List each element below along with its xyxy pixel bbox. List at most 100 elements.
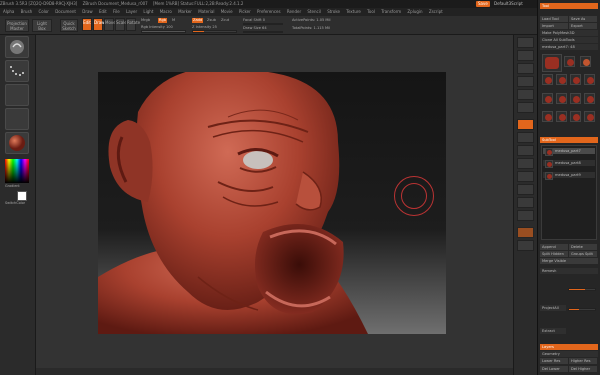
menu-item[interactable]: Movie: [221, 9, 233, 14]
tool-thumb[interactable]: [542, 93, 553, 104]
split-hidden-button[interactable]: Split Hidden: [540, 251, 568, 257]
actual-button[interactable]: [517, 89, 534, 100]
menu-item[interactable]: Zplugin: [407, 9, 422, 14]
quick-save-button[interactable]: Save: [476, 1, 490, 7]
menu-item[interactable]: Macro: [160, 9, 172, 14]
export-button[interactable]: Export: [569, 23, 597, 29]
menu-item[interactable]: File: [113, 9, 120, 14]
bottom-scrollbar[interactable]: [36, 368, 513, 375]
menu-item[interactable]: Color: [38, 9, 48, 14]
layers-header[interactable]: Layers: [540, 344, 598, 350]
persp-button[interactable]: [517, 119, 534, 130]
brush-selector[interactable]: [5, 36, 29, 58]
zadd-toggle[interactable]: Zadd: [192, 18, 204, 23]
tool-thumb[interactable]: [556, 74, 567, 85]
polyf-button[interactable]: [517, 227, 534, 238]
rotate-button[interactable]: Rotate: [126, 18, 140, 31]
draw-size-slider[interactable]: [243, 31, 283, 33]
menu-item[interactable]: Texture: [346, 9, 361, 14]
spix-button[interactable]: [517, 50, 534, 61]
zoom-button[interactable]: [517, 76, 534, 87]
tool-thumb[interactable]: [556, 93, 567, 104]
color-picker[interactable]: [5, 159, 29, 183]
append-button[interactable]: Append: [540, 244, 568, 250]
switch-color-label[interactable]: SwitchColor: [5, 201, 25, 206]
menu-item[interactable]: Draw: [82, 9, 92, 14]
rgb-intensity-slider[interactable]: [141, 30, 186, 33]
menu-item[interactable]: Alpha: [3, 9, 14, 14]
clone-all-subtools-button[interactable]: Clone All SubTools: [540, 37, 598, 43]
alpha-selector[interactable]: [5, 84, 29, 106]
tool-palette-header[interactable]: Tool: [540, 3, 598, 9]
menu-item[interactable]: Stroke: [327, 9, 340, 14]
xyz-button[interactable]: [517, 171, 534, 182]
rgb-toggle[interactable]: Rgb: [158, 18, 168, 23]
tool-thumb[interactable]: [584, 93, 595, 104]
move-button[interactable]: Move: [104, 18, 116, 31]
bpr-button[interactable]: [517, 37, 534, 48]
draw-button[interactable]: Draw: [93, 18, 104, 31]
lower-res-button[interactable]: Lower Res: [540, 358, 568, 364]
menu-item[interactable]: Marker: [178, 9, 192, 14]
menu-item[interactable]: Render: [287, 9, 301, 14]
lightbox-button[interactable]: Light Box: [32, 19, 52, 32]
clone-button[interactable]: Make PolyMesh3D: [540, 30, 598, 36]
menu-item[interactable]: Material: [198, 9, 214, 14]
tool-thumb[interactable]: [564, 56, 575, 67]
current-tool-name[interactable]: medusa_part7: 48: [540, 44, 598, 50]
del-lower-button[interactable]: Del Lower: [540, 366, 568, 372]
tool-thumb[interactable]: [542, 111, 553, 122]
m-toggle[interactable]: M: [172, 18, 175, 23]
texture-selector[interactable]: [5, 108, 29, 130]
aahalf-button[interactable]: [517, 102, 534, 113]
frame-button[interactable]: [517, 184, 534, 195]
menu-item[interactable]: Tool: [367, 9, 375, 14]
local-button[interactable]: [517, 145, 534, 156]
zcut-toggle[interactable]: Zcut: [221, 18, 229, 23]
secondary-color-swatch[interactable]: [17, 191, 27, 201]
menu-item[interactable]: Zscript: [429, 9, 443, 14]
menu-item[interactable]: Stencil: [307, 9, 321, 14]
extract-button[interactable]: Extract: [540, 328, 566, 334]
menu-item[interactable]: Preferences: [257, 9, 281, 14]
tool-thumb[interactable]: [556, 111, 567, 122]
geometry-header[interactable]: Geometry: [540, 351, 598, 357]
default-script-label[interactable]: Default3Script: [492, 1, 525, 7]
menu-item[interactable]: Edit: [99, 9, 107, 14]
menu-item[interactable]: Light: [143, 9, 153, 14]
scale-view-button[interactable]: [517, 210, 534, 221]
menu-item[interactable]: Brush: [21, 9, 33, 14]
menu-item[interactable]: Picker: [239, 9, 251, 14]
tool-thumb[interactable]: [542, 74, 553, 85]
stroke-selector[interactable]: [5, 60, 29, 82]
lsym-button[interactable]: [517, 158, 534, 169]
project-all-button[interactable]: ProjectAll: [540, 305, 566, 311]
groups-split-button[interactable]: Groups Split: [569, 251, 597, 257]
tool-thumb[interactable]: [570, 74, 581, 85]
del-higher-button[interactable]: Del Higher: [569, 366, 597, 372]
menu-item[interactable]: Transform: [381, 9, 401, 14]
quick-sketch-button[interactable]: Quick Sketch: [60, 19, 78, 32]
projection-master-button[interactable]: Projection Master: [5, 19, 29, 32]
mrgb-toggle[interactable]: Mrgb: [141, 18, 150, 23]
z-intensity-slider[interactable]: [192, 30, 237, 33]
scale-button[interactable]: Scale: [115, 18, 127, 31]
tool-thumb[interactable]: [570, 111, 581, 122]
tool-thumb[interactable]: [584, 111, 595, 122]
document-viewport[interactable]: [98, 72, 446, 334]
tool-thumb[interactable]: [570, 93, 581, 104]
material-selector[interactable]: [5, 132, 29, 154]
remesh-resolution-slider[interactable]: [568, 288, 596, 291]
focal-shift-slider[interactable]: [243, 23, 283, 25]
zsub-toggle[interactable]: Zsub: [207, 18, 216, 23]
current-tool-thumb[interactable]: [542, 54, 562, 72]
merge-visible-button[interactable]: Merge Visible: [540, 258, 598, 264]
import-button[interactable]: Import: [540, 23, 568, 29]
floor-button[interactable]: [517, 132, 534, 143]
load-tool-button[interactable]: Load Tool: [540, 16, 568, 22]
higher-res-button[interactable]: Higher Res: [569, 358, 597, 364]
subtool-header[interactable]: SubTool: [540, 137, 598, 143]
remesh-button[interactable]: Remesh: [540, 268, 598, 274]
scroll-button[interactable]: [517, 63, 534, 74]
edit-button[interactable]: Edit: [82, 18, 92, 31]
